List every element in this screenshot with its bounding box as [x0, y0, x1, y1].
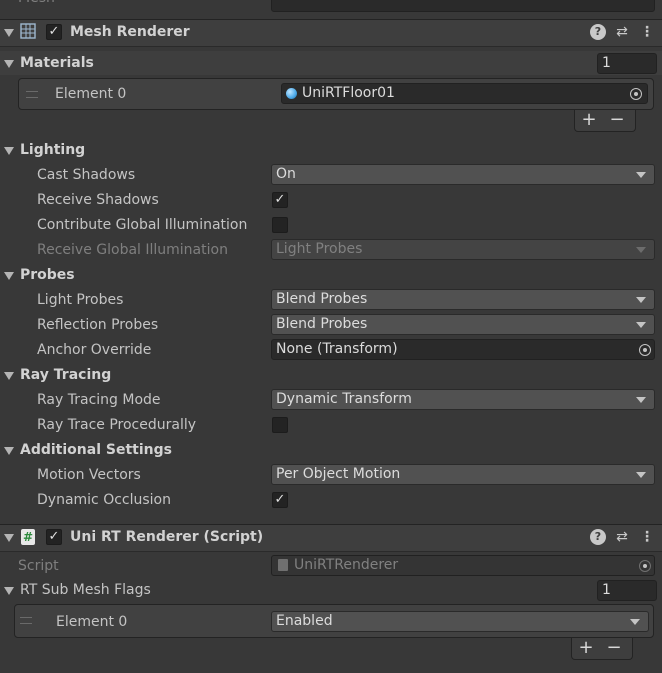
ray-tracing-mode-dropdown[interactable]: Dynamic Transform — [271, 389, 655, 410]
receive-gi-dropdown: Light Probes — [271, 239, 655, 260]
rt-flags-add-remove: + − — [571, 638, 633, 660]
ray-tracing-mode-label: Ray Tracing Mode — [37, 392, 161, 408]
add-element-button[interactable]: + — [575, 110, 603, 130]
cast-shadows-label: Cast Shadows — [37, 167, 136, 183]
ray-tracing-label: Ray Tracing — [20, 367, 112, 383]
script-field: UniRTRenderer — [271, 555, 655, 576]
drag-handle[interactable] — [26, 91, 38, 98]
receive-shadows-label: Receive Shadows — [37, 192, 159, 208]
ray-tracing-mode-value: Dynamic Transform — [276, 391, 412, 407]
ray-tracing-foldout-arrow[interactable] — [4, 372, 14, 380]
receive-gi-value: Light Probes — [276, 241, 363, 257]
add-element-button[interactable]: + — [572, 638, 600, 658]
probes-foldout-arrow[interactable] — [4, 272, 14, 280]
materials-header[interactable] — [0, 51, 662, 75]
presets-icon[interactable]: ⇄ — [614, 24, 630, 40]
material-icon — [286, 88, 297, 99]
mesh-renderer-foldout-arrow[interactable] — [4, 29, 14, 37]
material-element-field[interactable]: UniRTFloor01 — [281, 83, 648, 104]
materials-count-field[interactable]: 1 — [597, 53, 657, 74]
chevron-down-icon — [636, 172, 646, 178]
script-icon: # — [21, 529, 35, 545]
materials-foldout-arrow[interactable] — [4, 60, 14, 68]
mesh-renderer-enabled-checkbox[interactable]: ✓ — [46, 24, 62, 40]
contribute-gi-checkbox[interactable] — [272, 217, 288, 233]
more-icon[interactable]: ⋮ — [640, 529, 654, 545]
mesh-row: Mesh — [0, 0, 662, 18]
chevron-down-icon — [636, 247, 646, 253]
rt-flags-element-label: Element 0 — [56, 614, 128, 630]
chevron-down-icon — [636, 397, 646, 403]
probes-label: Probes — [20, 267, 75, 283]
object-picker-icon[interactable] — [630, 88, 642, 100]
remove-element-button[interactable]: − — [600, 638, 628, 658]
more-icon[interactable]: ⋮ — [640, 24, 654, 40]
chevron-down-icon — [636, 322, 646, 328]
uni-rt-renderer-foldout-arrow[interactable] — [4, 534, 14, 542]
additional-settings-foldout-arrow[interactable] — [4, 447, 14, 455]
motion-vectors-value: Per Object Motion — [276, 466, 401, 482]
object-picker-icon[interactable] — [639, 344, 651, 356]
rt-sub-mesh-flags-foldout-arrow[interactable] — [4, 587, 14, 595]
materials-element-label: Element 0 — [55, 86, 127, 102]
motion-vectors-label: Motion Vectors — [37, 467, 141, 483]
materials-add-remove: + − — [574, 110, 636, 132]
cast-shadows-dropdown[interactable]: On — [271, 164, 655, 185]
uni-rt-renderer-title: Uni RT Renderer (Script) — [70, 529, 264, 545]
anchor-override-field[interactable]: None (Transform) — [271, 339, 655, 360]
ray-trace-procedurally-label: Ray Trace Procedurally — [37, 417, 197, 433]
rt-sub-mesh-flags-label: RT Sub Mesh Flags — [20, 582, 151, 598]
receive-gi-label: Receive Global Illumination — [37, 242, 228, 258]
rt-flags-element-value: Enabled — [276, 613, 333, 629]
mesh-renderer-icon — [20, 23, 36, 39]
chevron-down-icon — [636, 297, 646, 303]
mesh-field[interactable] — [271, 0, 655, 12]
script-label: Script — [18, 558, 59, 574]
receive-shadows-checkbox[interactable]: ✓ — [272, 192, 288, 208]
reflection-probes-dropdown[interactable]: Blend Probes — [271, 314, 655, 335]
rt-flags-element-dropdown[interactable]: Enabled — [271, 611, 649, 632]
additional-settings-label: Additional Settings — [20, 442, 172, 458]
help-icon[interactable]: ? — [590, 24, 606, 40]
presets-icon[interactable]: ⇄ — [614, 529, 630, 545]
help-icon[interactable]: ? — [590, 529, 606, 545]
lighting-label: Lighting — [20, 142, 86, 158]
chevron-down-icon — [630, 619, 640, 625]
dynamic-occlusion-checkbox[interactable]: ✓ — [272, 492, 288, 508]
cast-shadows-value: On — [276, 166, 296, 182]
motion-vectors-dropdown[interactable]: Per Object Motion — [271, 464, 655, 485]
anchor-override-label: Anchor Override — [37, 342, 152, 358]
object-picker-icon — [639, 560, 651, 572]
reflection-probes-value: Blend Probes — [276, 316, 368, 332]
light-probes-value: Blend Probes — [276, 291, 368, 307]
light-probes-dropdown[interactable]: Blend Probes — [271, 289, 655, 310]
drag-handle[interactable] — [20, 617, 32, 624]
light-probes-label: Light Probes — [37, 292, 124, 308]
materials-label: Materials — [20, 55, 94, 71]
mesh-renderer-title: Mesh Renderer — [70, 24, 190, 40]
reflection-probes-label: Reflection Probes — [37, 317, 159, 333]
remove-element-button[interactable]: − — [603, 110, 631, 130]
mesh-label: Mesh — [18, 0, 55, 9]
rt-sub-mesh-flags-count-field[interactable]: 1 — [597, 580, 657, 601]
script-file-icon — [278, 559, 288, 571]
dynamic-occlusion-label: Dynamic Occlusion — [37, 492, 171, 508]
uni-rt-renderer-enabled-checkbox[interactable]: ✓ — [46, 529, 62, 545]
lighting-foldout-arrow[interactable] — [4, 147, 14, 155]
chevron-down-icon — [636, 472, 646, 478]
ray-trace-procedurally-checkbox[interactable] — [272, 417, 288, 433]
contribute-gi-label: Contribute Global Illumination — [37, 217, 248, 233]
